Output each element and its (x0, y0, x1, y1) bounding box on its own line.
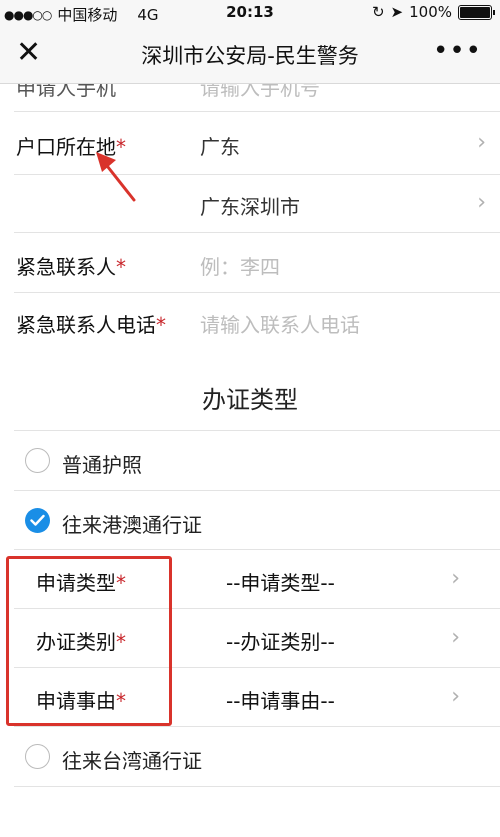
applicant-phone-label: 申请人手机 (16, 84, 116, 100)
household-province-value[interactable]: 广东 (200, 131, 240, 160)
chevron-right-icon: › (451, 625, 460, 650)
battery-percent: 100% (409, 3, 452, 21)
form-row-emergency-phone[interactable]: 紧急联系人电话* 请输入联系人电话 (0, 293, 500, 353)
application-type-select[interactable]: --申请类型-- (226, 567, 335, 596)
form-row-applicant-phone[interactable]: 申请人手机 请输入手机号 (0, 84, 500, 112)
emergency-phone-label: 紧急联系人电话* (16, 313, 166, 337)
more-icon[interactable]: ••• (433, 36, 482, 66)
radio-checked-icon[interactable] (25, 508, 50, 533)
divider (14, 786, 500, 787)
option-hk-macau-pass[interactable]: 往来港澳通行证 (0, 491, 500, 550)
application-reason-select[interactable]: --申请事由-- (226, 685, 335, 714)
divider (14, 111, 500, 112)
chevron-right-icon: › (451, 566, 460, 591)
status-right: ↻ ➤ 100% (371, 3, 495, 21)
option-taiwan-pass[interactable]: 往来台湾通行证 (0, 727, 500, 787)
emergency-contact-input[interactable]: 例：李四 (200, 251, 280, 280)
household-city-value[interactable]: 广东深圳市 (200, 191, 300, 220)
nav-bar: ✕ 深圳市公安局-民生警务 ••• (0, 26, 500, 84)
battery-icon (458, 4, 495, 20)
option-label: 往来港澳通行证 (62, 513, 202, 537)
page-title: 深圳市公安局-民生警务 (141, 44, 359, 68)
chevron-right-icon: › (451, 684, 460, 709)
battery-fill (460, 6, 490, 18)
annotation-highlight-box (6, 556, 172, 726)
section-title: 办证类型 (202, 386, 298, 414)
location-arrow-icon: ➤ (390, 3, 404, 21)
radio-unchecked-icon[interactable] (25, 448, 50, 473)
applicant-phone-input[interactable]: 请输入手机号 (200, 84, 320, 101)
option-label: 普通护照 (62, 453, 142, 477)
option-label: 往来台湾通行证 (62, 749, 202, 773)
radio-unchecked-icon[interactable] (25, 744, 50, 769)
chevron-right-icon: › (477, 130, 486, 155)
form-row-household-city[interactable]: 广东深圳市 › (0, 175, 500, 233)
option-passport[interactable]: 普通护照 (0, 431, 500, 491)
annotation-arrow-icon (96, 152, 136, 202)
orientation-lock-icon: ↻ (371, 3, 385, 21)
form-row-emergency-contact[interactable]: 紧急联系人* 例：李四 (0, 233, 500, 293)
status-bar: ●●●○○ 中国移动 4G 20:13 ↻ ➤ 100% (0, 0, 500, 26)
form-row-household[interactable]: 户口所在地* 广东 › (0, 113, 500, 175)
emergency-contact-label: 紧急联系人* (16, 255, 126, 279)
chevron-right-icon: › (477, 190, 486, 215)
emergency-phone-input[interactable]: 请输入联系人电话 (200, 309, 360, 338)
close-icon[interactable]: ✕ (16, 38, 41, 68)
certificate-category-select[interactable]: --办证类别-- (226, 626, 335, 655)
